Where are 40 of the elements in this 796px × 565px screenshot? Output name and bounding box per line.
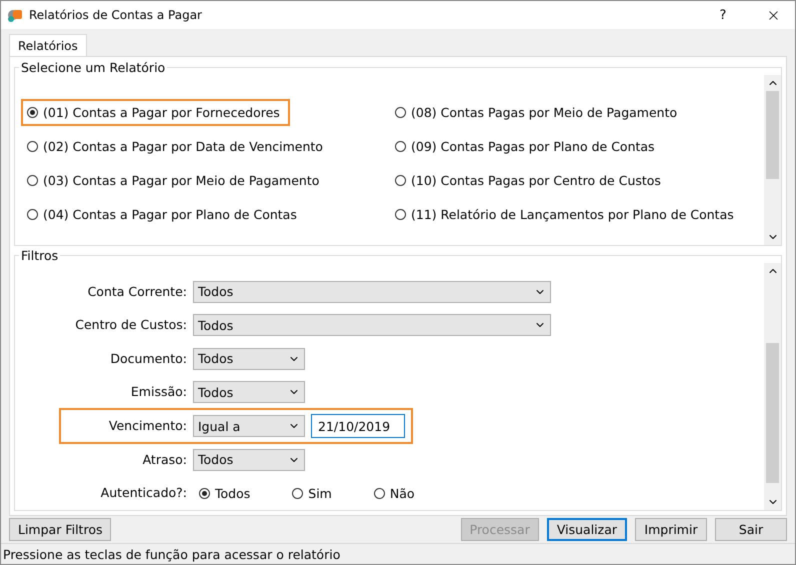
action-button[interactable]: Sair	[715, 518, 787, 541]
field-label: Vencimento:	[108, 418, 187, 434]
field-label: Centro de Custos:	[74, 317, 187, 334]
action-button[interactable]: Imprimir	[635, 518, 707, 541]
date-field[interactable]: 21/10/2019	[311, 414, 405, 438]
radio-option[interactable]: Todos	[193, 480, 260, 507]
report-option[interactable]: (11) Relatório de Lançamentos por Plano de Contas	[389, 200, 744, 228]
status-bar: Pressione as teclas de função para acessar o relatório	[1, 543, 795, 564]
group-title: Filtros	[20, 248, 60, 263]
report-option[interactable]: (03) Contas a Pagar por Meio de Pagamento	[21, 166, 330, 194]
dropdown[interactable]: Todos	[193, 448, 305, 471]
window-title: Relatórios de Contas a Pagar	[29, 8, 203, 22]
scrollbar-thumb[interactable]	[766, 91, 779, 179]
report-option[interactable]: (02) Contas a Pagar por Data de Vencimento	[21, 132, 333, 160]
report-option[interactable]: (09) Contas Pagas por Plano de Contas	[389, 132, 665, 160]
dropdown[interactable]: Todos	[193, 381, 305, 404]
report-option[interactable]: (08) Contas Pagas por Meio de Pagamento	[389, 98, 688, 126]
dropdown[interactable]: Igual a	[193, 415, 305, 437]
field-label: Atraso:	[142, 452, 187, 468]
dropdown[interactable]: Todos	[193, 314, 551, 336]
help-button[interactable]: ?	[701, 8, 745, 22]
field-label: Conta Corrente:	[86, 284, 187, 300]
report-option[interactable]: (10) Contas Pagas por Centro de Custos	[389, 166, 671, 194]
tab[interactable]: Relatórios	[9, 34, 87, 56]
scrollbar[interactable]	[764, 263, 781, 510]
field-label: Emissão:	[130, 384, 187, 400]
report-option[interactable]: (01) Contas a Pagar por Fornecedores	[21, 98, 290, 126]
field-label: Autenticado?:	[100, 485, 187, 502]
clear-filters-button[interactable]: Limpar Filtros	[9, 518, 112, 541]
group-title: Selecione um Relatório	[20, 60, 166, 75]
action-button[interactable]: Visualizar	[546, 518, 627, 541]
dropdown[interactable]: Todos	[193, 348, 305, 370]
field-label: Documento:	[109, 350, 187, 367]
report-option[interactable]: (04) Contas a Pagar por Plano de Contas	[21, 200, 307, 228]
scrollbar[interactable]	[764, 75, 781, 245]
scrollbar-thumb[interactable]	[766, 343, 779, 483]
radio-option[interactable]: Não	[368, 480, 425, 507]
dropdown[interactable]: Todos	[193, 280, 551, 303]
app-logo-icon	[7, 7, 23, 23]
radio-option[interactable]: Sim	[286, 480, 342, 507]
